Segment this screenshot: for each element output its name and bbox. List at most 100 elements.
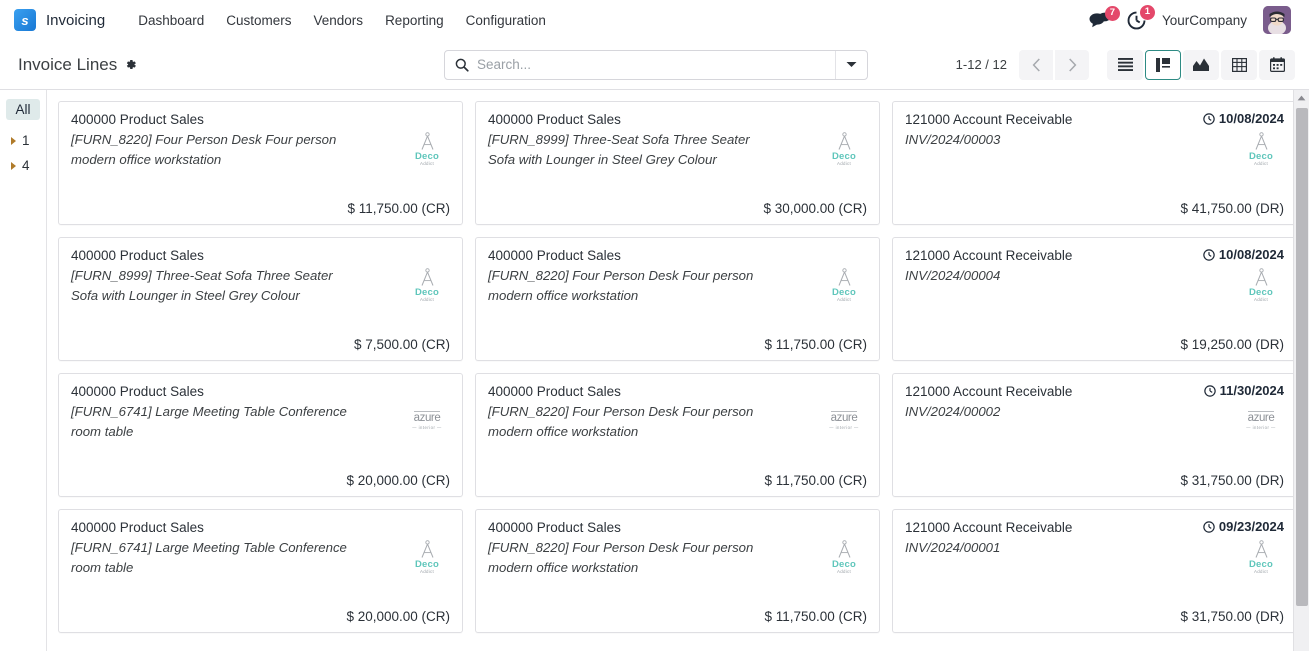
- kanban-card-account: 400000 Product Sales: [488, 384, 621, 399]
- kanban-card[interactable]: 400000 Product Sales [FURN_8999] Three-Se…: [475, 101, 880, 225]
- kanban-card-header: 121000 Account Receivable 11/30/2024: [905, 383, 1284, 401]
- kanban-card-body: [FURN_8220] Four Person Desk Four person…: [488, 538, 867, 577]
- kanban-card-amount: $ 11,750.00 (CR): [764, 609, 867, 624]
- kanban-card-body: [FURN_8999] Three-Seat Sofa Three Seater…: [488, 130, 867, 169]
- messages-count-badge: 7: [1104, 5, 1120, 21]
- company-logo-subtitle: Addict: [1253, 160, 1268, 166]
- compass-glyph-icon: [1255, 132, 1267, 150]
- kanban-card-amount: $ 20,000.00 (CR): [346, 609, 450, 624]
- kanban-card[interactable]: 400000 Product Sales [FURN_8220] Four Per…: [475, 237, 880, 361]
- sidebar-item-label: 4: [22, 158, 30, 173]
- kanban-card[interactable]: 400000 Product Sales [FURN_8220] Four Per…: [58, 101, 463, 225]
- kanban-card-body: [FURN_8999] Three-Seat Sofa Three Seater…: [71, 266, 450, 305]
- kanban-card-account: 400000 Product Sales: [71, 520, 204, 535]
- pager-next-button[interactable]: [1055, 49, 1089, 80]
- kanban-card[interactable]: 121000 Account Receivable 10/08/2024 INV/2…: [892, 101, 1297, 225]
- sidebar-item-group-1[interactable]: 1: [0, 128, 46, 153]
- gear-icon[interactable]: [124, 58, 137, 71]
- odoo-invoicing-logo-icon[interactable]: s: [14, 9, 36, 31]
- vertical-scrollbar[interactable]: [1293, 90, 1309, 651]
- sidebar-item-label: 1: [22, 133, 30, 148]
- kanban-card[interactable]: 400000 Product Sales [FURN_8220] Four Per…: [475, 373, 880, 497]
- kanban-card[interactable]: 121000 Account Receivable 10/08/2024 INV/2…: [892, 237, 1297, 361]
- search-view[interactable]: Search...: [444, 49, 868, 80]
- user-avatar[interactable]: [1263, 6, 1291, 34]
- view-button-list[interactable]: [1107, 49, 1143, 80]
- compass-glyph-icon: [838, 132, 850, 150]
- kanban-card-description: [FURN_6741] Large Meeting Table Conferen…: [71, 404, 347, 439]
- kanban-card-amount: $ 31,750.00 (DR): [1180, 473, 1284, 488]
- avatar-image: [1263, 6, 1291, 34]
- kanban-card-description: [FURN_8220] Four Person Desk Four person…: [488, 540, 754, 575]
- view-button-kanban[interactable]: [1145, 49, 1181, 80]
- kanban-card-amount: $ 30,000.00 (CR): [763, 201, 867, 216]
- kanban-card-account: 121000 Account Receivable: [905, 520, 1073, 535]
- activities-button[interactable]: 1: [1127, 4, 1155, 30]
- deco-addict-logo: Deco Addict: [832, 540, 856, 574]
- sidebar-item-all[interactable]: All: [6, 99, 40, 120]
- navbar-right-group: 7 1 YourCompany: [1089, 4, 1297, 34]
- messages-button[interactable]: 7: [1089, 5, 1120, 29]
- search-input[interactable]: Search...: [445, 51, 835, 79]
- kanban-card[interactable]: 400000 Product Sales [FURN_8220] Four Per…: [475, 509, 880, 633]
- company-logo-subtitle: Addict: [419, 296, 434, 302]
- kanban-card-account: 121000 Account Receivable: [905, 384, 1073, 399]
- kanban-card-company-logo: azure — interior —: [1238, 402, 1284, 430]
- company-logo-word: azure: [830, 411, 858, 425]
- kanban-card[interactable]: 400000 Product Sales [FURN_6741] Large Me…: [58, 373, 463, 497]
- caret-down-icon: [846, 62, 857, 67]
- nav-menu-dashboard[interactable]: Dashboard: [127, 7, 215, 34]
- kanban-card-body: [FURN_6741] Large Meeting Table Conferen…: [71, 538, 450, 577]
- company-logo-subtitle: — interior —: [829, 424, 859, 430]
- control-panel: Invoice Lines Search... 1-12 / 12: [0, 40, 1309, 90]
- view-switcher: [1107, 49, 1295, 80]
- compass-glyph-icon: [838, 540, 850, 558]
- caret-right-icon: [11, 136, 16, 145]
- kanban-card-amount: $ 11,750.00 (CR): [764, 337, 867, 352]
- view-button-graph[interactable]: [1183, 49, 1219, 80]
- nav-menu-vendors[interactable]: Vendors: [303, 7, 375, 34]
- content-area: All 1 4 400000 Product Sales [FURN_8220] …: [0, 90, 1309, 651]
- pager-previous-button[interactable]: [1019, 49, 1053, 80]
- view-button-pivot[interactable]: [1221, 49, 1257, 80]
- deco-addict-logo: Deco Addict: [832, 132, 856, 166]
- kanban-card[interactable]: 400000 Product Sales [FURN_8999] Three-Se…: [58, 237, 463, 361]
- kanban-card-header: 400000 Product Sales: [488, 111, 867, 129]
- kanban-card-header: 400000 Product Sales: [488, 519, 867, 537]
- pivot-view-icon: [1231, 57, 1247, 72]
- pager-range[interactable]: 1-12 / 12: [956, 57, 1007, 72]
- kanban-card-body: INV/2024/00001 Deco Addict: [905, 538, 1284, 574]
- nav-menu-configuration[interactable]: Configuration: [455, 7, 557, 34]
- deco-addict-logo: Deco Addict: [832, 268, 856, 302]
- kanban-card-date: 10/08/2024: [1203, 111, 1284, 126]
- kanban-card[interactable]: 400000 Product Sales [FURN_6741] Large Me…: [58, 509, 463, 633]
- azure-interior-logo: azure — interior —: [412, 404, 442, 430]
- kanban-card-company-logo: Deco Addict: [1238, 266, 1284, 302]
- kanban-card-amount: $ 41,750.00 (DR): [1180, 201, 1284, 216]
- kanban-card[interactable]: 121000 Account Receivable 09/23/2024 INV/2…: [892, 509, 1297, 633]
- search-dropdown-toggle[interactable]: [835, 50, 867, 79]
- kanban-card-company-logo: Deco Addict: [404, 266, 450, 302]
- company-logo-subtitle: Addict: [836, 568, 851, 574]
- company-logo-subtitle: Addict: [1253, 296, 1268, 302]
- kanban-card-account: 400000 Product Sales: [71, 384, 204, 399]
- kanban-card-body: INV/2024/00002 azure — interior —: [905, 402, 1284, 430]
- scroll-up-arrow-icon[interactable]: [1294, 90, 1309, 106]
- kanban-card-header: 121000 Account Receivable 10/08/2024: [905, 247, 1284, 265]
- kanban-card-description: [FURN_8220] Four Person Desk Four person…: [71, 132, 337, 167]
- kanban-card[interactable]: 121000 Account Receivable 11/30/2024 INV/2…: [892, 373, 1297, 497]
- kanban-card-body: [FURN_8220] Four Person Desk Four person…: [488, 402, 867, 441]
- kanban-card-description: INV/2024/00001: [905, 540, 1001, 556]
- kanban-card-account: 400000 Product Sales: [488, 248, 621, 263]
- sidebar-item-group-4[interactable]: 4: [0, 153, 46, 178]
- company-logo-subtitle: Addict: [419, 160, 434, 166]
- nav-menu-customers[interactable]: Customers: [215, 7, 302, 34]
- nav-menu-reporting[interactable]: Reporting: [374, 7, 455, 34]
- kanban-card-header: 400000 Product Sales: [71, 111, 450, 129]
- scrollbar-thumb[interactable]: [1296, 108, 1308, 606]
- company-logo-word: azure: [413, 411, 441, 425]
- view-button-calendar[interactable]: [1259, 49, 1295, 80]
- app-brand-name[interactable]: Invoicing: [46, 12, 105, 29]
- kanban-card-account: 400000 Product Sales: [488, 520, 621, 535]
- company-menu[interactable]: YourCompany: [1162, 13, 1247, 28]
